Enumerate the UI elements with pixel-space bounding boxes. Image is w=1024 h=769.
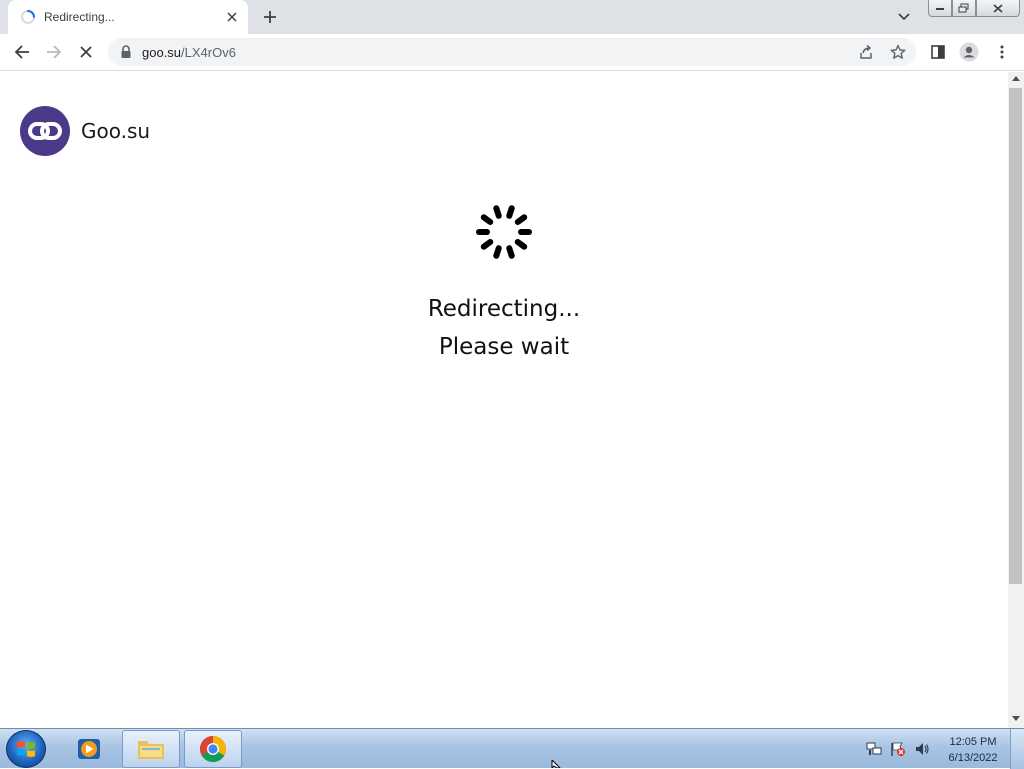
volume-icon [916,743,929,755]
new-tab-button[interactable] [258,5,282,29]
tab-close-button[interactable] [222,7,242,27]
stop-x-icon [80,46,92,58]
tab-title: Redirecting... [44,10,115,24]
restore-icon [958,3,969,13]
loading-spinner-icon [476,205,532,259]
plus-icon [264,11,276,23]
url-path: /LX4rOv6 [181,45,236,60]
taskbar-chrome[interactable] [184,730,242,768]
kebab-menu-icon [1000,45,1004,59]
arrow-left-icon [14,45,29,59]
address-bar[interactable]: goo.su/LX4rOv6 [108,38,916,66]
loading-spinner-icon [21,10,35,24]
link-icon [28,122,62,140]
close-icon [227,12,237,22]
page-scrollbar[interactable] [1008,72,1024,728]
tab-search-button[interactable] [894,8,914,26]
browser-tab[interactable]: Redirecting... [8,0,248,34]
restore-button[interactable] [952,0,976,17]
side-panel-icon [931,45,945,59]
window-close-button[interactable] [976,0,1020,17]
file-explorer-icon [138,741,164,759]
tray-volume[interactable] [914,741,930,757]
url-host: goo.su [142,45,182,60]
chevron-down-icon [898,13,910,21]
network-icon [866,742,882,755]
clock-date: 6/13/2022 [948,752,998,764]
brand-name[interactable]: Goo.su [81,119,150,143]
scroll-thumb[interactable] [1009,88,1022,584]
clock-time: 12:05 PM [949,736,997,748]
tab-strip: Redirecting... [0,0,1024,34]
show-desktop-button[interactable] [1010,729,1024,769]
window-controls [928,0,1020,18]
mouse-cursor-icon [551,760,561,768]
bookmark-button[interactable] [888,42,908,62]
start-button[interactable] [6,730,46,768]
taskbar: 12:05 PM 6/13/2022 [0,728,1024,769]
stop-button[interactable] [74,40,98,64]
share-button[interactable] [856,42,876,62]
back-button[interactable] [10,40,34,64]
arrow-right-icon [47,45,62,59]
redirect-message: Redirecting... [427,296,581,322]
browser-menu-button[interactable] [990,40,1014,64]
side-panel-button[interactable] [926,40,950,64]
system-clock[interactable]: 12:05 PM 6/13/2022 [940,734,1006,766]
wait-message: Please wait [438,334,570,360]
media-player-icon [78,739,100,759]
star-icon [890,44,906,59]
tray-network[interactable] [866,741,882,757]
taskbar-file-explorer[interactable] [122,730,180,768]
action-center-flag-icon [891,742,905,756]
chrome-icon [199,735,227,763]
tray-action-center[interactable] [890,741,906,757]
browser-toolbar: goo.su/LX4rOv6 [0,34,1024,71]
url-text[interactable]: goo.su/LX4rOv6 [142,45,236,60]
scroll-down-arrow-icon[interactable] [1012,716,1020,721]
minimize-button[interactable] [928,0,952,17]
profile-icon [959,42,979,62]
site-logo[interactable] [20,106,70,156]
close-icon [993,3,1003,13]
taskbar-media-player[interactable] [60,730,118,768]
share-icon [860,44,872,59]
page-viewport: Goo.su Redirecting... Please wait [0,72,1008,728]
forward-button[interactable] [42,40,66,64]
minimize-icon [936,8,944,10]
scroll-up-arrow-icon[interactable] [1012,76,1020,81]
lock-icon[interactable] [120,45,132,59]
profile-button[interactable] [957,40,981,64]
windows-logo-icon [17,741,35,757]
